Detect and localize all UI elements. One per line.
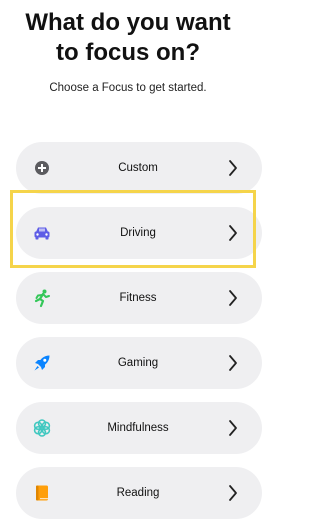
chevron-right-icon <box>229 355 237 371</box>
focus-option-reading[interactable]: Reading <box>16 467 262 519</box>
focus-option-label: Fitness <box>119 292 157 304</box>
focus-option-label: Reading <box>116 487 160 499</box>
selection-highlight-box <box>10 190 256 268</box>
chevron-right-icon <box>229 290 237 306</box>
focus-option-mindfulness[interactable]: Mindfulness <box>16 402 262 454</box>
focus-option-label: Mindfulness <box>107 422 169 434</box>
focus-option-label: Gaming <box>117 357 159 369</box>
page-title-line1: What do you want <box>25 9 231 36</box>
page-title: What do you want to focus on? <box>0 8 256 68</box>
chevron-right-icon <box>229 160 237 176</box>
chevron-right-icon <box>229 485 237 501</box>
focus-picker-screen: What do you want to focus on? Choose a F… <box>0 0 262 529</box>
page-title-line2: to focus on? <box>56 39 200 66</box>
focus-option-fitness[interactable]: Fitness <box>16 272 262 324</box>
page-subtitle: Choose a Focus to get started. <box>49 82 207 94</box>
chevron-right-icon <box>229 420 237 436</box>
focus-option-gaming[interactable]: Gaming <box>16 337 262 389</box>
focus-option-label: Custom <box>118 162 158 174</box>
focus-option-custom[interactable]: Custom <box>16 142 262 194</box>
